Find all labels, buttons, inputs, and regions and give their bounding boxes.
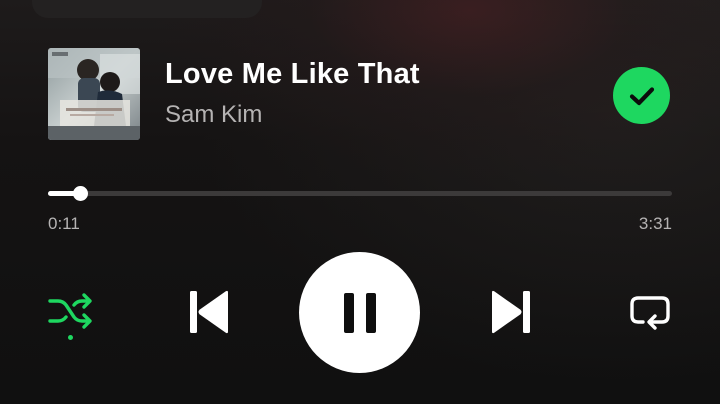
album-art-image — [48, 48, 140, 140]
repeat-icon — [630, 296, 670, 330]
shuffle-button[interactable] — [44, 287, 96, 343]
top-panel — [32, 0, 262, 18]
pause-button[interactable] — [299, 252, 420, 373]
album-art[interactable] — [48, 48, 140, 140]
skip-previous-icon — [190, 290, 228, 334]
progress-bar[interactable] — [48, 186, 672, 201]
liked-button[interactable] — [613, 67, 670, 124]
pause-icon — [343, 292, 376, 333]
track-title[interactable]: Love Me Like That — [165, 58, 420, 91]
progress-thumb[interactable] — [73, 186, 89, 201]
total-duration: 3:31 — [638, 214, 672, 233]
elapsed-time: 0:11 — [48, 214, 80, 233]
repeat-button[interactable] — [625, 289, 675, 335]
previous-button[interactable] — [184, 289, 234, 335]
now-playing-screen: Love Me Like That Sam Kim 0:11 3:31 — [0, 0, 720, 404]
shuffle-active-dot — [67, 334, 73, 340]
track-artist[interactable]: Sam Kim — [165, 101, 262, 129]
next-button[interactable] — [486, 289, 536, 335]
skip-next-icon — [492, 290, 530, 334]
shuffle-icon — [48, 292, 92, 329]
check-icon — [629, 86, 654, 105]
